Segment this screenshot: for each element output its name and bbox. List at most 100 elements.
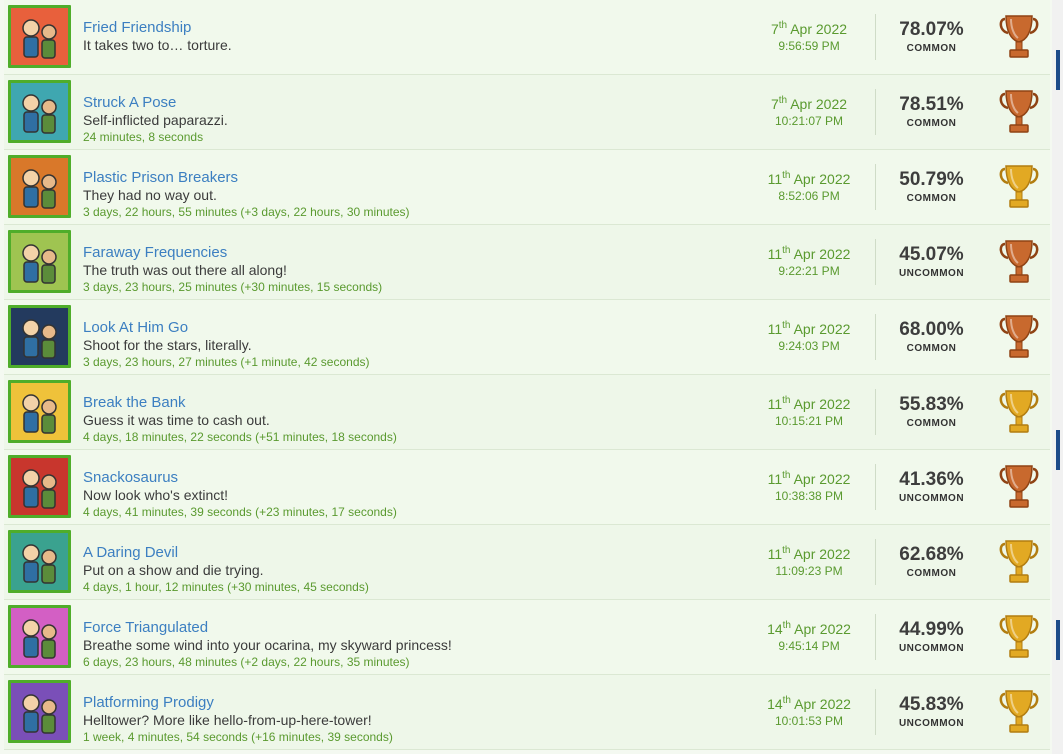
fried-friendship-icon[interactable] — [8, 5, 71, 68]
rarity-label: UNCOMMON — [898, 268, 965, 279]
scroll-marker — [1056, 50, 1060, 90]
achievement-elapsed-time: 3 days, 23 hours, 25 minutes (+30 minute… — [83, 280, 383, 294]
unlock-day: 11 — [767, 546, 783, 562]
divider — [875, 539, 876, 585]
achievement-title[interactable]: Force Triangulated — [83, 619, 208, 636]
unlock-day: 11 — [767, 321, 783, 337]
scroll-marker — [1056, 620, 1060, 660]
bronze-trophy-icon — [999, 13, 1039, 61]
break-the-bank-icon[interactable] — [8, 380, 71, 443]
achievement-description: They had no way out. — [83, 187, 217, 203]
bronze-trophy-icon — [999, 463, 1039, 511]
unlock-time: 10:38:38 PM — [774, 489, 844, 503]
achievement-row[interactable]: Force Triangulated Breathe some wind int… — [4, 600, 1050, 675]
achievement-row[interactable]: Snackosaurus Now look who's extinct! 4 d… — [4, 450, 1050, 525]
unlock-day: 14 — [767, 621, 783, 637]
unlock-date: 11th Apr 2022 11:09:23 PM — [754, 546, 864, 580]
scroll-marker — [1056, 430, 1060, 470]
rarity-percent: 45.07% — [899, 244, 964, 265]
gold-trophy-icon — [999, 688, 1039, 736]
achievement-title[interactable]: Break the Bank — [83, 394, 186, 411]
unlock-day-suffix: th — [782, 395, 791, 406]
unlock-day: 11 — [767, 396, 783, 412]
unlock-day: 11 — [767, 246, 783, 262]
divider — [875, 464, 876, 510]
platforming-prodigy-icon[interactable] — [8, 680, 71, 743]
achievement-row[interactable]: Faraway Frequencies The truth was out th… — [4, 225, 1050, 300]
plastic-prison-breakers-icon[interactable] — [8, 155, 71, 218]
achievement-title[interactable]: A Daring Devil — [83, 544, 178, 561]
unlock-date: 7th Apr 2022 9:56:59 PM — [754, 21, 864, 55]
rarity-percent: 68.00% — [899, 319, 964, 340]
unlock-day: 7 — [770, 96, 779, 112]
achievement-row[interactable]: Fried Friendship It takes two to… tortur… — [4, 0, 1050, 75]
divider — [875, 239, 876, 285]
unlock-time: 9:22:21 PM — [778, 264, 840, 278]
achievement-description: Put on a show and die trying. — [83, 562, 264, 578]
bronze-trophy-icon — [999, 88, 1039, 136]
unlock-day-suffix: th — [782, 695, 791, 706]
rarity-percent: 45.83% — [899, 694, 964, 715]
achievement-title[interactable]: Fried Friendship — [83, 19, 191, 36]
achievement-description: Guess it was time to cash out. — [83, 412, 270, 428]
achievement-row[interactable]: Platforming Prodigy Helltower? More like… — [4, 675, 1050, 750]
unlock-date: 11th Apr 2022 9:24:03 PM — [754, 321, 864, 355]
achievement-row[interactable]: Plastic Prison Breakers They had no way … — [4, 150, 1050, 225]
unlock-time: 11:09:23 PM — [775, 564, 843, 578]
unlock-month-year: Apr 2022 — [793, 246, 851, 262]
unlock-time: 10:21:07 PM — [774, 114, 844, 128]
faraway-frequencies-icon[interactable] — [8, 230, 71, 293]
achievement-title[interactable]: Faraway Frequencies — [83, 244, 227, 261]
achievement-title[interactable]: Platforming Prodigy — [83, 694, 214, 711]
unlock-day-suffix: th — [778, 20, 788, 31]
achievement-row[interactable]: Look At Him Go Shoot for the stars, lite… — [4, 300, 1050, 375]
unlock-date: 11th Apr 2022 9:22:21 PM — [754, 246, 864, 280]
achievement-description: Helltower? More like hello-from-up-here-… — [83, 712, 372, 728]
divider — [875, 389, 876, 435]
achievement-title[interactable]: Look At Him Go — [83, 319, 188, 336]
achievement-list: Fried Friendship It takes two to… tortur… — [4, 0, 1050, 750]
struck-a-pose-icon[interactable] — [8, 80, 71, 143]
unlock-month-year: Apr 2022 — [793, 171, 851, 187]
achievement-description: Now look who's extinct! — [83, 487, 229, 503]
force-triangulated-icon[interactable] — [8, 605, 71, 668]
rarity-percent: 55.83% — [899, 394, 964, 415]
achievement-title[interactable]: Plastic Prison Breakers — [83, 169, 238, 186]
snackosaurus-icon[interactable] — [8, 455, 71, 518]
gold-trophy-icon — [999, 613, 1039, 661]
rarity-label: COMMON — [906, 193, 957, 204]
achievement-row[interactable]: A Daring Devil Put on a show and die try… — [4, 525, 1050, 600]
unlock-day: 11 — [767, 471, 783, 487]
achievement-description: Breathe some wind into your ocarina, my … — [83, 637, 452, 653]
rarity-percent: 50.79% — [899, 169, 964, 190]
achievement-title[interactable]: Struck A Pose — [83, 94, 176, 111]
unlock-day-suffix: th — [782, 620, 791, 631]
rarity-label: UNCOMMON — [898, 643, 965, 654]
achievement-row[interactable]: Break the Bank Guess it was time to cash… — [4, 375, 1050, 450]
look-at-him-go-icon[interactable] — [8, 305, 71, 368]
a-daring-devil-icon[interactable] — [8, 530, 71, 593]
divider — [875, 164, 876, 210]
unlock-date: 14th Apr 2022 10:01:53 PM — [754, 696, 864, 730]
achievement-elapsed-time: 4 days, 18 minutes, 22 seconds (+51 minu… — [83, 430, 397, 444]
unlock-month-year: Apr 2022 — [793, 396, 851, 412]
achievement-elapsed-time: 4 days, 41 minutes, 39 seconds (+23 minu… — [83, 505, 397, 519]
unlock-time: 10:01:53 PM — [774, 714, 844, 728]
gold-trophy-icon — [999, 163, 1039, 211]
unlock-day-suffix: th — [782, 245, 791, 256]
unlock-day-suffix: th — [782, 320, 791, 331]
achievement-title[interactable]: Snackosaurus — [83, 469, 178, 486]
unlock-date: 11th Apr 2022 10:15:21 PM — [754, 396, 864, 430]
unlock-month-year: Apr 2022 — [793, 546, 851, 562]
rarity-percent: 78.51% — [899, 94, 964, 115]
unlock-day-suffix: th — [782, 545, 791, 556]
divider — [875, 614, 876, 660]
unlock-time: 9:45:14 PM — [778, 639, 840, 653]
achievement-elapsed-time: 6 days, 23 hours, 48 minutes (+2 days, 2… — [83, 655, 410, 669]
achievement-elapsed-time: 3 days, 22 hours, 55 minutes (+3 days, 2… — [83, 205, 410, 219]
divider — [875, 89, 876, 135]
unlock-date: 11th Apr 2022 10:38:38 PM — [754, 471, 864, 505]
achievement-description: The truth was out there all along! — [83, 262, 287, 278]
achievement-row[interactable]: Struck A Pose Self-inflicted paparazzi. … — [4, 75, 1050, 150]
unlock-day: 11 — [767, 171, 783, 187]
